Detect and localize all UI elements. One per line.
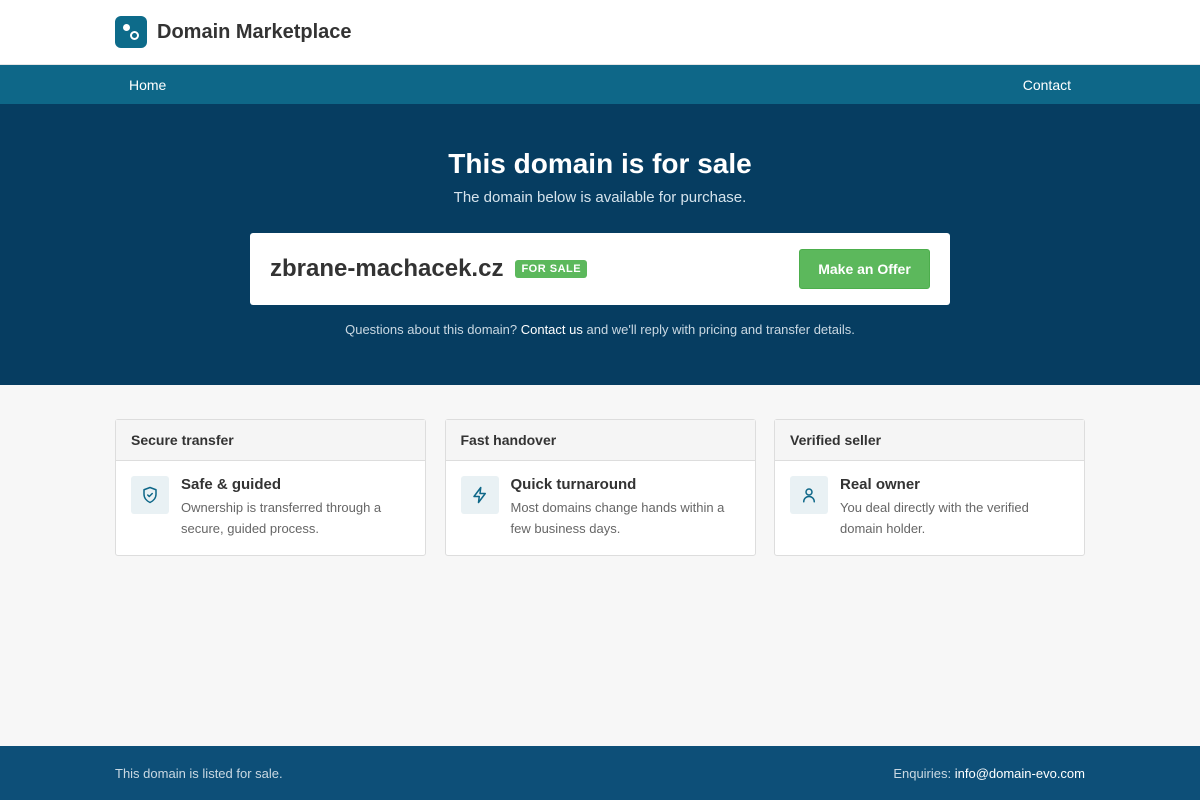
feature-title: Quick turnaround — [510, 476, 637, 493]
make-offer-button[interactable]: Make an Offer — [799, 249, 930, 289]
domain-card: zbrane-machacek.cz FOR SALE Make an Offe… — [250, 233, 950, 305]
features-row: Secure transfer Safe & guided Ownership … — [115, 419, 1085, 556]
brand-name[interactable]: Domain Marketplace — [157, 21, 352, 44]
hero-note-after: and we'll reply with pricing and transfe… — [582, 322, 855, 337]
hero-subtitle: The domain below is available for purcha… — [453, 189, 747, 206]
main-nav: Home Contact — [0, 65, 1200, 104]
footer-enquiries: Enquiries: info@domain-evo.com — [893, 766, 1085, 781]
footer-email-link[interactable]: info@domain-evo.com — [955, 766, 1085, 781]
feature-description: Ownership is transferred through a secur… — [181, 500, 382, 536]
hero-title: This domain is for sale — [448, 148, 752, 179]
enquiries-label: Enquiries: — [893, 765, 955, 781]
feature-card-fast: Fast handover Quick turnaround Most doma… — [444, 419, 756, 556]
feature-card-verified: Verified seller Real owner You deal dire… — [774, 419, 1085, 556]
site-footer: This domain is listed for sale. Enquirie… — [0, 746, 1200, 800]
for-sale-badge: FOR SALE — [515, 260, 588, 278]
hero-section: This domain is for sale The domain below… — [0, 104, 1200, 385]
feature-title: Safe & guided — [181, 476, 282, 493]
user-icon — [790, 476, 828, 514]
lightning-bolt-icon — [460, 476, 499, 514]
domain-name: zbrane-machacek.cz — [270, 255, 504, 282]
shield-check-icon — [131, 476, 169, 514]
feature-heading: Fast handover — [445, 420, 755, 461]
footer-note: This domain is listed for sale. — [115, 765, 283, 781]
hero-note: Questions about this domain? Contact us … — [0, 322, 1200, 337]
feature-description: You deal directly with the verified doma… — [840, 500, 1029, 536]
contact-us-link[interactable]: Contact us — [521, 322, 583, 337]
feature-heading: Verified seller — [775, 420, 1084, 461]
feature-card-secure: Secure transfer Safe & guided Ownership … — [115, 419, 426, 556]
feature-description: Most domains change hands within a few b… — [510, 500, 725, 536]
feature-title: Real owner — [840, 476, 921, 493]
logo-icon[interactable] — [115, 16, 147, 48]
nav-home-link[interactable]: Home — [115, 77, 180, 93]
hero-note-before: Questions about this domain? — [345, 322, 521, 337]
nav-contact-link[interactable]: Contact — [1009, 77, 1085, 93]
site-header: Domain Marketplace — [0, 0, 1200, 65]
feature-heading: Secure transfer — [116, 420, 425, 461]
